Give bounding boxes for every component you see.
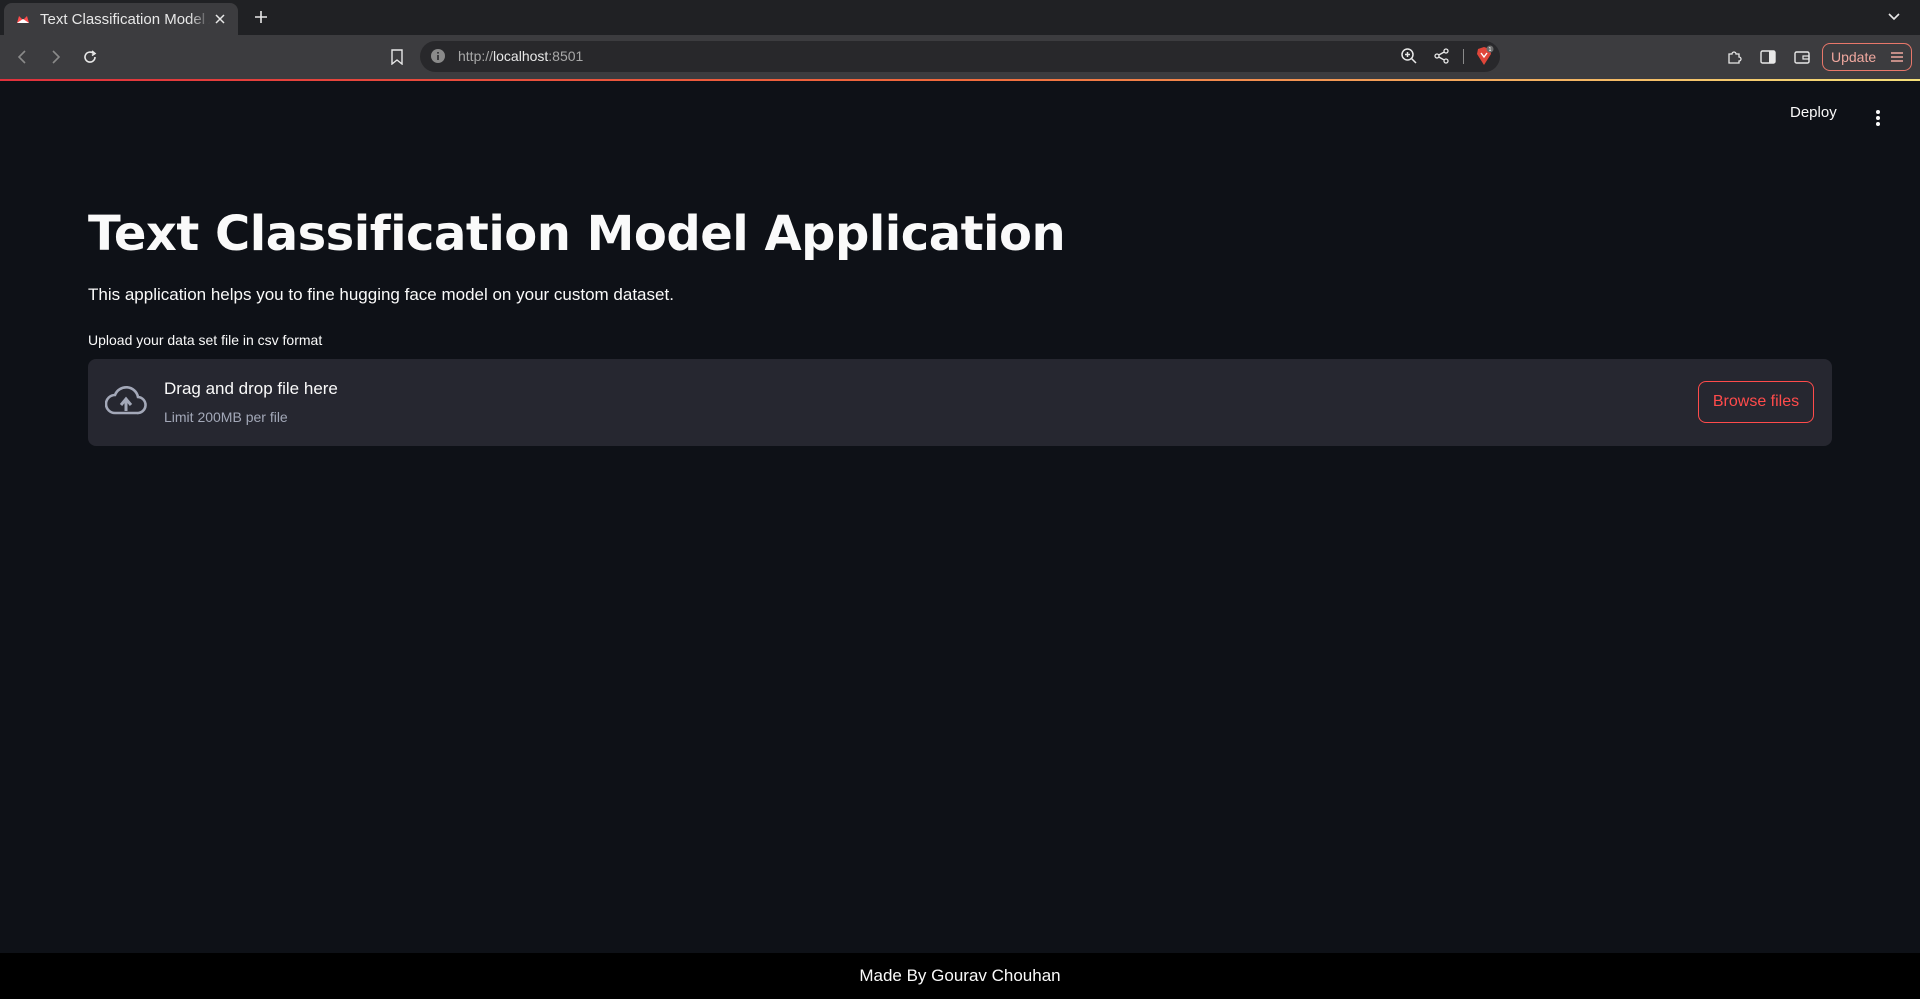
site-info-icon[interactable] (430, 48, 446, 64)
reload-icon[interactable] (78, 45, 102, 69)
footer-credit: Made By Gourav Chouhan (859, 966, 1061, 985)
browser-toolbar: http://localhost:8501 1 Update (0, 35, 1920, 79)
url-text: http://localhost:8501 (458, 48, 584, 64)
extensions-puzzle-icon[interactable] (1722, 45, 1746, 69)
file-dropzone[interactable]: Drag and drop file here Limit 200MB per … (88, 359, 1832, 446)
svg-text:1: 1 (1488, 47, 1491, 53)
address-bar[interactable]: http://localhost:8501 1 (420, 41, 1500, 72)
wallet-icon[interactable] (1790, 45, 1814, 69)
dropzone-file-limit: Limit 200MB per file (164, 409, 288, 425)
close-icon[interactable] (210, 9, 230, 29)
chevron-down-icon[interactable] (1884, 7, 1904, 27)
streamlit-favicon-icon (16, 12, 30, 26)
share-icon[interactable] (1433, 47, 1451, 65)
brave-shields-icon[interactable]: 1 (1473, 45, 1495, 67)
page-load-accent-line (0, 79, 1920, 81)
hamburger-menu-icon (1891, 52, 1903, 62)
deploy-button[interactable]: Deploy (1790, 104, 1837, 121)
more-vertical-icon[interactable] (1866, 106, 1890, 130)
forward-arrow-icon[interactable] (44, 45, 68, 69)
file-uploader-label: Upload your data set file in csv format (88, 332, 323, 348)
tab-title: Text Classification Model Application (40, 10, 210, 28)
update-label: Update (1831, 49, 1877, 65)
page-description: This application helps you to fine huggi… (88, 285, 674, 304)
page-title: Text Classification Model Application (88, 206, 1066, 262)
back-arrow-icon[interactable] (10, 45, 34, 69)
browser-tab-bar: Text Classification Model Application (0, 0, 1920, 35)
footer: Made By Gourav Chouhan (0, 953, 1920, 999)
bookmark-icon[interactable] (385, 45, 409, 69)
zoom-icon[interactable] (1400, 47, 1418, 65)
sidebar-icon[interactable] (1756, 45, 1780, 69)
browse-files-button[interactable]: Browse files (1698, 381, 1814, 423)
dropzone-instructions: Drag and drop file here (164, 379, 338, 398)
new-tab-plus-icon[interactable] (250, 6, 272, 28)
cloud-upload-icon (105, 385, 147, 415)
update-button[interactable]: Update (1822, 43, 1912, 71)
browser-tab[interactable]: Text Classification Model Application (4, 3, 238, 35)
divider (1463, 49, 1464, 64)
